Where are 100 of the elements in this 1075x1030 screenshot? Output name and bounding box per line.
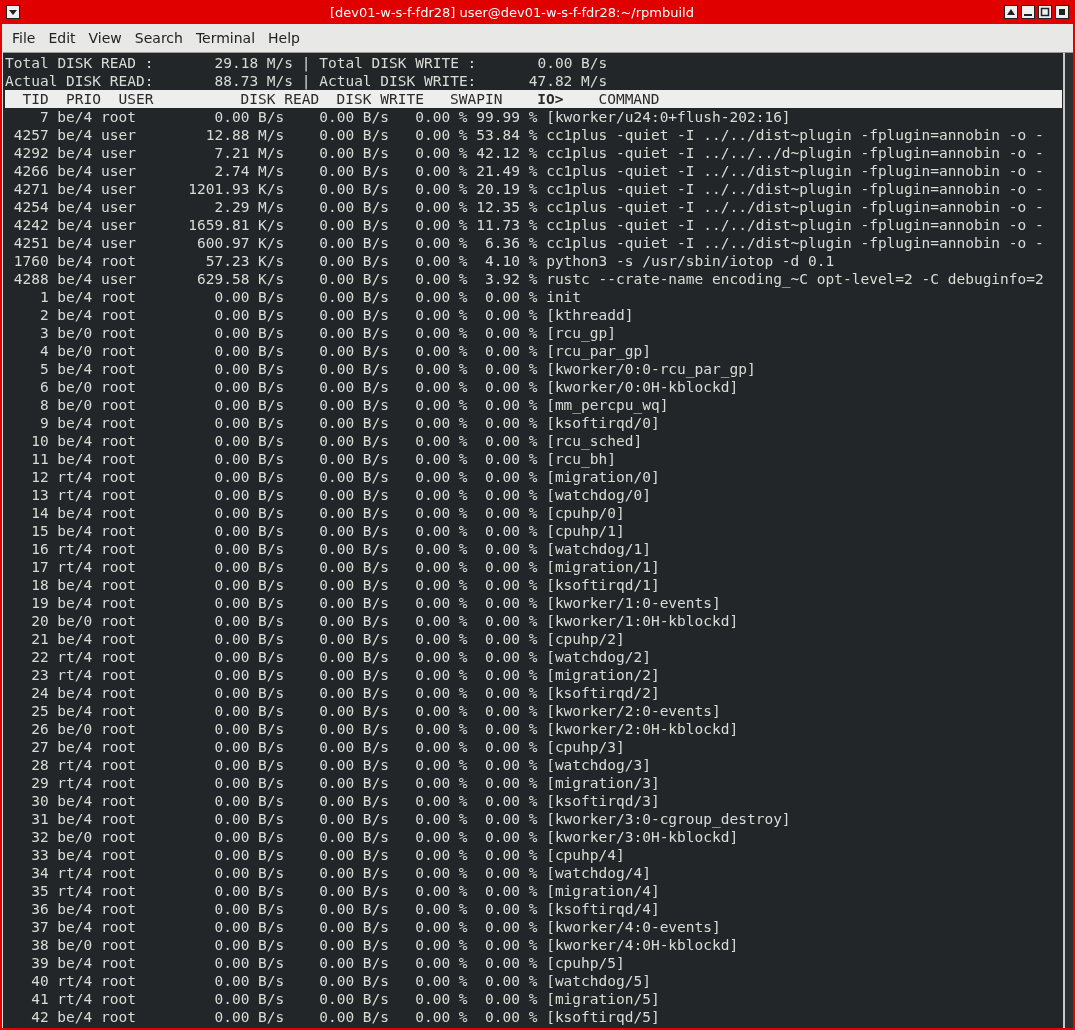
table-cell-text: 629.58 K/s [196, 270, 285, 288]
table-cell-text: 0.00 B/s [318, 216, 390, 234]
shade-icon[interactable] [1004, 5, 1018, 19]
table-cell-text: 11.73 % [475, 216, 538, 234]
window-menu-icon[interactable] [6, 5, 20, 19]
table-cell-text: 12.88 M/s [204, 126, 285, 144]
table-cell-text: 15 [30, 522, 49, 540]
table-cell: [watchdog/3] [546, 756, 651, 774]
menu-item[interactable]: View [82, 28, 129, 48]
table-cell-text: 0.00 B/s [213, 630, 285, 648]
table-cell-text: 0.00 B/s [318, 954, 390, 972]
table-cell-text: 0.00 % [414, 810, 468, 828]
table-cell: be/4 [57, 900, 93, 918]
table-cell-text: root [101, 432, 137, 450]
table-cell-text: root [101, 612, 137, 630]
table-cell-text: 20 [30, 612, 49, 630]
table-cell-text: 0.00 B/s [318, 360, 390, 378]
table-cell-text: root [101, 666, 137, 684]
table-cell: cc1plus -quiet -I ../../../d~plugin -fplugin=annobin -o - [546, 144, 1044, 162]
table-cell: cc1plus -quiet -I ../../dist~plugin -fplugin=annobin -o - [546, 180, 1044, 198]
table-cell-text: 0.00 B/s [318, 378, 390, 396]
table-cell: [watchdog/5] [546, 972, 651, 990]
table-cell: be/4 [57, 180, 93, 198]
table-cell-text: user [101, 198, 137, 216]
table-cell-text: 0.00 B/s [318, 630, 390, 648]
table-cell: [rcu_par_gp] [546, 342, 651, 360]
table-cell-text: 0.00 % [414, 234, 468, 252]
table-cell-text: 0.00 % [414, 396, 468, 414]
table-cell-text: user [101, 144, 137, 162]
table-cell-text: 0.00 B/s [213, 882, 285, 900]
table-cell-text: 0.00 B/s [213, 792, 285, 810]
table-cell-text: 0.00 % [484, 324, 538, 342]
table-cell-text: 0.00 % [484, 594, 538, 612]
menu-item[interactable]: Edit [42, 28, 83, 48]
menu-item[interactable]: File [6, 28, 43, 48]
table-cell-text: root [101, 972, 137, 990]
table-cell-text: 0.00 % [414, 666, 468, 684]
table-cell: rt/4 [57, 972, 93, 990]
table-cell: cc1plus -quiet -I ../../dist~plugin -fplugin=annobin -o - [546, 198, 1044, 216]
table-cell: [watchdog/0] [546, 486, 651, 504]
table-cell: be/4 [57, 270, 93, 288]
table-cell-text: 0.00 B/s [318, 522, 390, 540]
table-cell-text: 23 [30, 666, 49, 684]
table-cell-text: 0.00 % [484, 666, 538, 684]
table-cell-text: 37 [30, 918, 49, 936]
table-cell-text: 0.00 B/s [318, 828, 390, 846]
scrollbar[interactable] [1063, 53, 1073, 1028]
table-cell-text: 0.00 % [414, 774, 468, 792]
table-cell-text: 0.00 % [484, 918, 538, 936]
table-cell: be/4 [57, 810, 93, 828]
menu-item[interactable]: Search [128, 28, 190, 48]
summary-label: Total DISK WRITE : [319, 54, 477, 72]
table-cell-text: 0.00 B/s [318, 738, 390, 756]
table-cell: [cpuhp/4] [546, 846, 625, 864]
table-cell-text: 8 [38, 396, 49, 414]
table-cell-text: 0.00 B/s [213, 810, 285, 828]
table-cell: be/4 [57, 252, 93, 270]
table-cell-text: 0.00 B/s [318, 450, 390, 468]
table-cell-text: 7 [38, 108, 49, 126]
maximize-icon[interactable] [1038, 5, 1052, 19]
table-cell-text: 0.00 % [414, 630, 468, 648]
table-cell-text: 4266 [12, 162, 49, 180]
table-cell: rt/4 [57, 486, 93, 504]
table-cell-text: 4288 [12, 270, 49, 288]
table-cell: be/4 [57, 918, 93, 936]
table-cell-text: root [101, 900, 137, 918]
table-cell-text: 1760 [12, 252, 49, 270]
table-cell-text: 0.00 % [414, 864, 468, 882]
close-icon[interactable] [1055, 5, 1069, 19]
table-cell: be/4 [57, 792, 93, 810]
menu-item[interactable]: Help [262, 28, 307, 48]
table-cell-text: 0.00 % [414, 198, 468, 216]
table-cell-text: root [101, 288, 137, 306]
table-cell: [kworker/4:0-events] [546, 918, 721, 936]
table-cell-text: user [101, 162, 137, 180]
table-cell-text: 0.00 % [484, 702, 538, 720]
table-cell: be/4 [57, 288, 93, 306]
table-cell: [cpuhp/2] [546, 630, 625, 648]
table-cell-text: 0.00 B/s [213, 954, 285, 972]
table-cell-text: 41 [30, 990, 49, 1008]
menu-item[interactable]: Terminal [189, 28, 263, 48]
table-cell-text: 0.00 B/s [318, 486, 390, 504]
table-cell-text: 4254 [12, 198, 49, 216]
minimize-icon[interactable] [1021, 5, 1035, 19]
table-cell: be/4 [57, 234, 93, 252]
table-cell-text: root [101, 738, 137, 756]
table-cell-text: 4257 [12, 126, 49, 144]
table-cell-text: 0.00 B/s [213, 648, 285, 666]
summary-label: Actual DISK READ: [5, 72, 154, 90]
table-cell-text: 0.00 % [414, 540, 468, 558]
table-cell: [watchdog/4] [546, 864, 651, 882]
table-cell-text: root [101, 378, 137, 396]
table-cell-text: 0.00 B/s [213, 288, 285, 306]
table-cell-text: 0.00 B/s [213, 720, 285, 738]
table-cell-text: 21.49 % [475, 162, 538, 180]
table-cell-text: 25 [30, 702, 49, 720]
table-cell-text: 0.00 B/s [318, 252, 390, 270]
table-cell-text: root [101, 540, 137, 558]
table-cell-text: 0.00 % [414, 324, 468, 342]
table-cell-text: 0.00 % [484, 1008, 538, 1026]
